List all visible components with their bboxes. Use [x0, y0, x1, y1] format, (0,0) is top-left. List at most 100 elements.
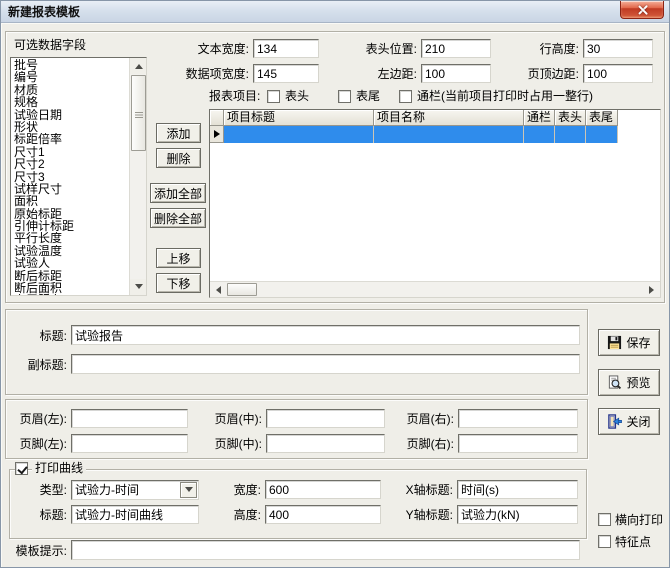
- add-all-button[interactable]: 添加全部: [150, 183, 206, 203]
- curve-width-input[interactable]: [265, 480, 381, 499]
- scroll-right-button[interactable]: [644, 282, 660, 297]
- arrow-left-icon: [212, 286, 221, 294]
- grid-column-header[interactable]: 项目标题: [224, 110, 374, 126]
- grid-header-row: 项目标题 项目名称 通栏 表头 表尾: [210, 110, 618, 126]
- list-item[interactable]: 尺寸2: [12, 158, 128, 170]
- save-button[interactable]: 保存: [598, 329, 660, 356]
- page-top-margin-input[interactable]: [583, 64, 653, 83]
- preview-button-label: 预览: [626, 374, 650, 391]
- listbox-vertical-scrollbar[interactable]: [129, 58, 146, 295]
- header-pos-input[interactable]: [421, 39, 491, 58]
- remove-button[interactable]: 删除: [156, 148, 201, 168]
- title-input[interactable]: [71, 325, 580, 345]
- close-window-button[interactable]: [620, 1, 664, 19]
- list-item[interactable]: 面积: [12, 195, 128, 207]
- page-header-right-input[interactable]: [458, 409, 578, 428]
- curve-title-label: 标题:: [29, 508, 67, 522]
- curve-type-combobox[interactable]: 试验力-时间: [71, 480, 199, 500]
- list-item[interactable]: 上屈服力: [12, 294, 128, 295]
- grid-cell[interactable]: [524, 126, 555, 143]
- chevron-down-icon: [185, 487, 193, 496]
- list-item[interactable]: 尺寸1: [12, 146, 128, 158]
- list-item[interactable]: 原始标距: [12, 208, 128, 220]
- table-header-checkbox[interactable]: [267, 90, 280, 103]
- print-curve-group-label: 打印曲线: [32, 461, 86, 475]
- subtitle-input[interactable]: [71, 354, 580, 374]
- exit-door-icon: [607, 414, 622, 429]
- list-item[interactable]: 材质: [12, 84, 128, 96]
- list-item[interactable]: 试验人: [12, 257, 128, 269]
- grid-cell[interactable]: [224, 126, 374, 143]
- page-footer-right-input[interactable]: [458, 434, 578, 453]
- grid-cell[interactable]: [586, 126, 618, 143]
- page-header-left-input[interactable]: [71, 409, 188, 428]
- grid-cell[interactable]: [555, 126, 586, 143]
- available-fields-label: 可选数据字段: [14, 38, 86, 52]
- scroll-left-button[interactable]: [210, 282, 226, 297]
- list-item[interactable]: 标距倍率: [12, 133, 128, 145]
- curve-type-label: 类型:: [29, 483, 67, 497]
- grid-column-header[interactable]: 表头: [555, 110, 586, 126]
- list-item[interactable]: 编号: [12, 71, 128, 83]
- full-row-checkbox[interactable]: [399, 90, 412, 103]
- page-header-right-label: 页眉(右):: [397, 412, 454, 426]
- curve-height-input[interactable]: [265, 505, 381, 524]
- curve-type-value: 试验力-时间: [75, 483, 178, 498]
- grid-cell[interactable]: [374, 126, 524, 143]
- grid-column-header[interactable]: 表尾: [586, 110, 618, 126]
- arrow-right-icon: [649, 286, 658, 294]
- text-width-input[interactable]: [253, 39, 319, 58]
- grid-column-header[interactable]: 通栏: [524, 110, 555, 126]
- move-down-button[interactable]: 下移: [156, 273, 201, 293]
- table-footer-checkbox[interactable]: [338, 90, 351, 103]
- list-item[interactable]: 断后面积: [12, 282, 128, 294]
- close-button[interactable]: 关闭: [598, 408, 660, 435]
- page-header-center-input[interactable]: [266, 409, 385, 428]
- list-item[interactable]: 平行长度: [12, 232, 128, 244]
- list-item[interactable]: 试样尺寸: [12, 183, 128, 195]
- move-up-button[interactable]: 上移: [156, 248, 201, 268]
- scroll-up-button[interactable]: [130, 58, 147, 74]
- landscape-print-checkbox[interactable]: [598, 513, 611, 526]
- report-items-grid[interactable]: 项目标题 项目名称 通栏 表头 表尾: [209, 109, 661, 298]
- close-button-label: 关闭: [626, 413, 650, 430]
- y-axis-title-input[interactable]: [457, 505, 578, 524]
- combobox-dropdown-button[interactable]: [180, 482, 197, 498]
- list-item[interactable]: 试验日期: [12, 109, 128, 121]
- feature-points-checkbox[interactable]: [598, 535, 611, 548]
- landscape-print-label: 横向打印: [615, 513, 663, 527]
- selected-grid-row[interactable]: [210, 126, 618, 143]
- title-bar[interactable]: 新建报表模板: [1, 1, 669, 23]
- page-footer-center-input[interactable]: [266, 434, 385, 453]
- list-item[interactable]: 断后标距: [12, 270, 128, 282]
- remove-all-button[interactable]: 删除全部: [150, 208, 206, 228]
- list-item[interactable]: 试验温度: [12, 245, 128, 257]
- header-pos-label: 表头位置:: [353, 42, 417, 56]
- curve-title-input[interactable]: [71, 505, 199, 524]
- list-item[interactable]: 引伸计标距: [12, 220, 128, 232]
- row-selector-cell[interactable]: [210, 126, 224, 143]
- list-item[interactable]: 尺寸3: [12, 171, 128, 183]
- list-item[interactable]: 形状: [12, 121, 128, 133]
- grid-horizontal-scrollbar[interactable]: [210, 281, 660, 297]
- page-footer-left-input[interactable]: [71, 434, 188, 453]
- x-axis-title-label: X轴标题:: [397, 483, 453, 497]
- list-item[interactable]: 规格: [12, 96, 128, 108]
- grid-column-header[interactable]: 项目名称: [374, 110, 524, 126]
- preview-button[interactable]: 预览: [598, 369, 660, 396]
- add-button[interactable]: 添加: [156, 123, 201, 143]
- page-header-left-label: 页眉(左):: [11, 412, 67, 426]
- left-margin-input[interactable]: [421, 64, 491, 83]
- arrow-up-icon: [135, 60, 143, 69]
- row-height-input[interactable]: [583, 39, 653, 58]
- dialog-body: 可选数据字段 批号编号材质规格试验日期形状标距倍率尺寸1尺寸2尺寸3试样尺寸面积…: [1, 23, 669, 567]
- template-hint-input[interactable]: [71, 540, 580, 560]
- scrollbar-thumb[interactable]: [131, 75, 146, 151]
- data-item-width-input[interactable]: [253, 64, 319, 83]
- print-curve-checkbox[interactable]: [15, 462, 28, 475]
- x-axis-title-input[interactable]: [457, 480, 578, 499]
- available-fields-listbox[interactable]: 批号编号材质规格试验日期形状标距倍率尺寸1尺寸2尺寸3试样尺寸面积原始标距引伸计…: [10, 57, 147, 296]
- scroll-down-button[interactable]: [130, 279, 147, 295]
- hscrollbar-thumb[interactable]: [227, 283, 257, 296]
- list-item[interactable]: 批号: [12, 59, 128, 71]
